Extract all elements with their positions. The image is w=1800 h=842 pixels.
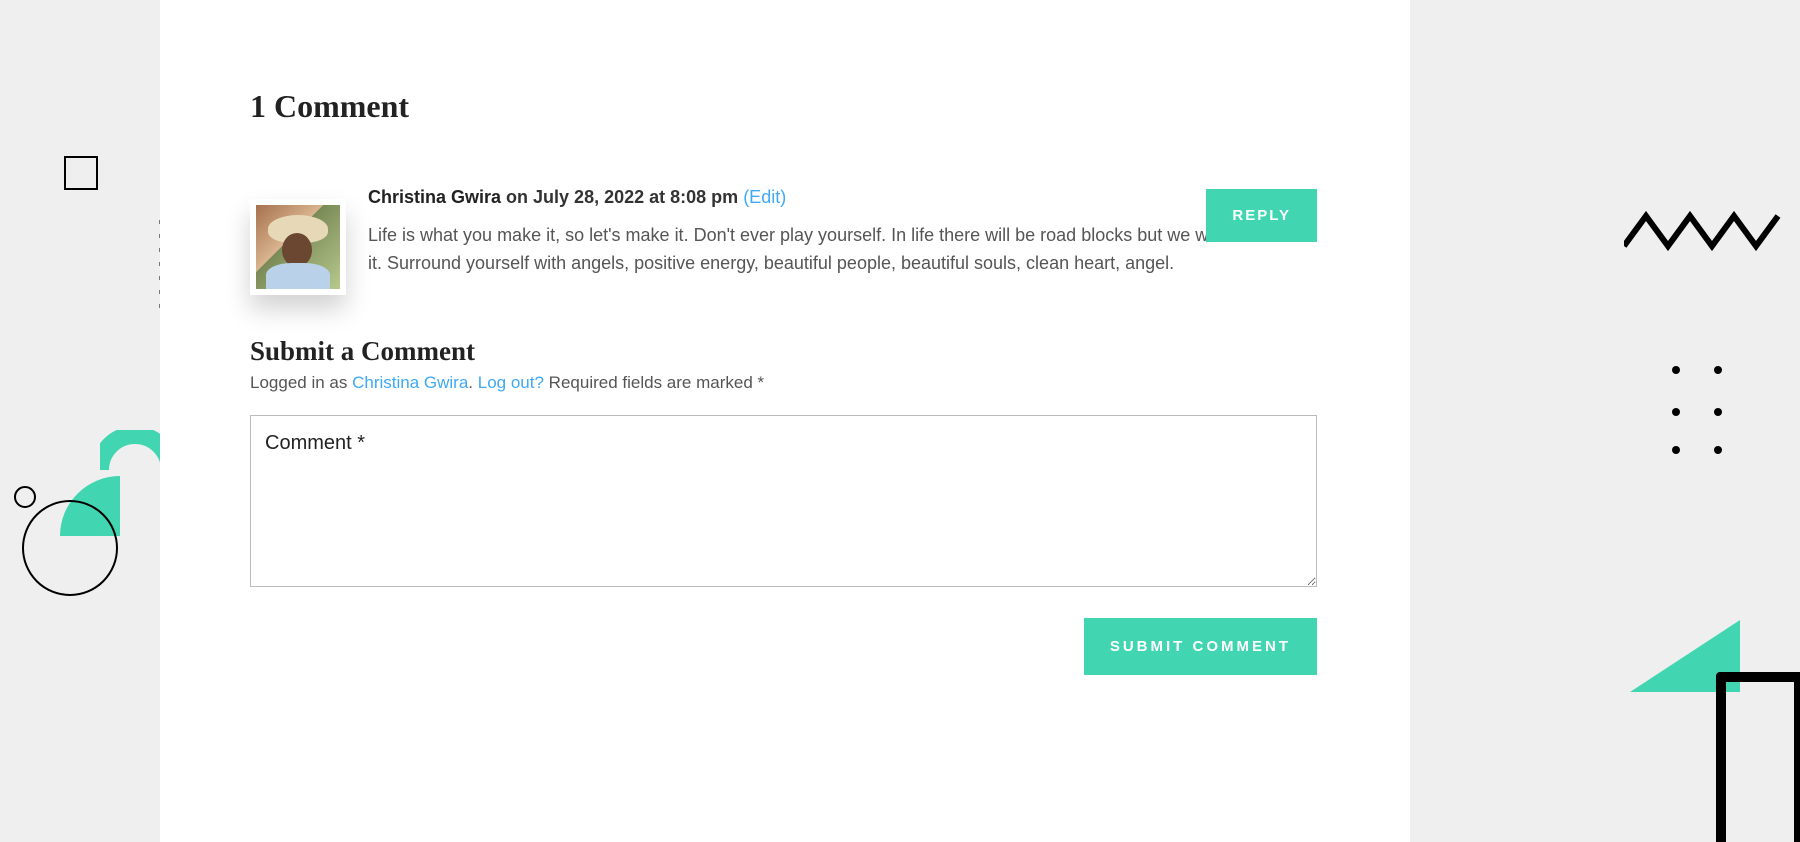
zigzag-icon bbox=[1624, 206, 1786, 262]
comment-timestamp: on July 28, 2022 at 8:08 pm bbox=[506, 187, 738, 207]
dots-icon bbox=[1670, 364, 1756, 458]
comment-text: Life is what you make it, so let's make … bbox=[368, 222, 1317, 278]
login-status: Logged in as Christina Gwira. Log out? R… bbox=[250, 373, 1317, 393]
triangle-icon bbox=[1630, 620, 1740, 692]
logged-in-user-link[interactable]: Christina Gwira bbox=[352, 373, 468, 392]
comment-meta-line: Christina Gwira on July 28, 2022 at 8:08… bbox=[368, 187, 1317, 208]
teal-quarter-icon bbox=[60, 476, 120, 536]
form-heading: Submit a Comment bbox=[250, 336, 1317, 367]
logout-link[interactable]: Log out? bbox=[478, 373, 544, 392]
small-circle-icon bbox=[14, 486, 36, 508]
logged-in-prefix: Logged in as bbox=[250, 373, 352, 392]
submit-comment-button[interactable]: SUBMIT COMMENT bbox=[1084, 618, 1317, 675]
avatar bbox=[250, 199, 346, 295]
comment-author: Christina Gwira bbox=[368, 187, 501, 207]
required-note: Required fields are marked * bbox=[549, 373, 764, 392]
square-outline-icon bbox=[64, 156, 98, 190]
reply-button[interactable]: REPLY bbox=[1206, 189, 1317, 242]
comments-heading: 1 Comment bbox=[250, 88, 1317, 125]
content-card: 1 Comment REPLY Christina Gwira on July … bbox=[160, 0, 1410, 842]
edit-link[interactable]: (Edit) bbox=[743, 187, 786, 207]
big-circle-icon bbox=[22, 500, 118, 596]
rect-outline-icon bbox=[1716, 672, 1800, 842]
comment-textarea[interactable] bbox=[250, 415, 1317, 587]
comment-item: REPLY Christina Gwira on July 28, 2022 a… bbox=[250, 187, 1317, 278]
